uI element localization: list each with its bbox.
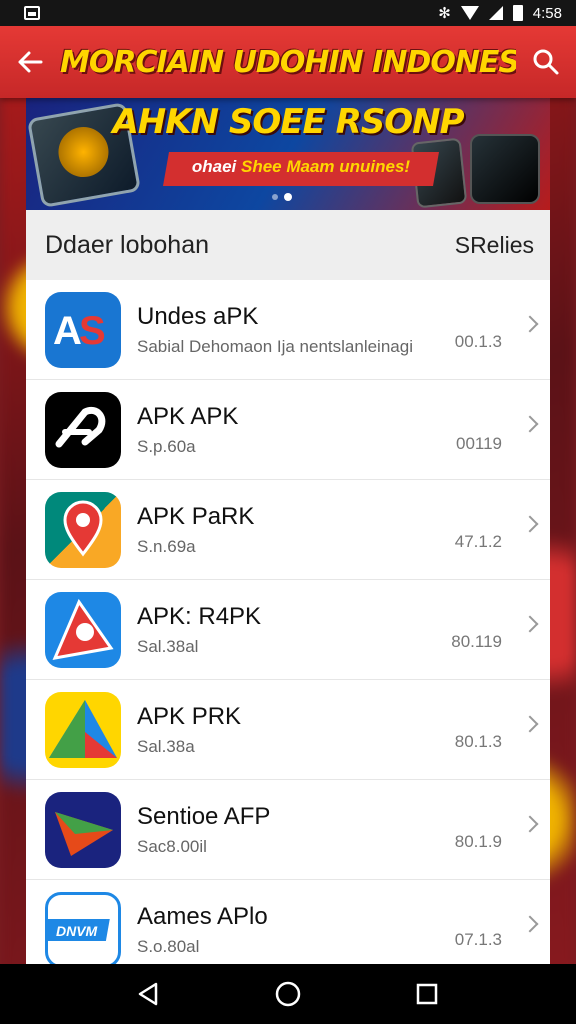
wifi-icon [460,6,479,20]
app-version: 80.119 [451,632,502,651]
status-time: 4:58 [532,4,562,22]
arrow-left-icon [18,51,43,73]
triangle-logo-icon [45,691,121,768]
nav-recents-button[interactable] [397,964,457,1024]
map-pin-logo-icon [45,491,121,568]
app-version: 00119 [455,434,502,453]
paper-plane-logo-icon [45,791,121,868]
promo-banner[interactable]: AHKN SOEE RSONP ohaei Shee Maam unuines! [26,98,550,210]
app-version: 00.1.3 [454,332,502,351]
app-version: 80.1.9 [454,832,502,851]
bluetooth-icon: ✻ [438,5,451,22]
square-recents-icon [416,983,437,1005]
swirl-logo-icon [45,391,121,468]
section-header: Ddaer lobohan SRelies [26,210,550,280]
banner-subtitle-prefix: ohaei [191,157,241,176]
carousel-dot[interactable] [272,194,278,200]
list-item[interactable]: APK PRK Sal.38a 80.1.3 [26,680,550,780]
section-title: Ddaer lobohan [45,230,210,259]
banner-subtitle: ohaei Shee Maam unuines! [166,157,436,177]
app-name: Sentioe AFP [137,802,271,830]
banner-subtitle-highlight: Shee Maam unuines! [241,157,411,176]
app-name: Undes aPK [137,302,259,330]
svg-text:DNVM: DNVM [56,923,98,939]
app-name: Aames APlo [137,902,268,930]
search-icon [533,49,559,75]
app-name: APK PaRK [137,502,255,530]
circle-home-icon [275,981,301,1007]
app-name: APK APK [137,402,239,430]
navigation-bar [0,964,576,1024]
list-item[interactable]: APK PaRK S.n.69a 47.1.2 [26,480,550,580]
list-item[interactable]: DNVM Aames APlo S.o.80al 07.1.3 [26,880,550,964]
dnvvm-logo-icon: DNVM [45,891,121,964]
search-button[interactable] [516,26,576,98]
app-name: APK PRK [137,702,242,730]
back-button[interactable] [0,26,60,98]
battery-icon [512,5,523,21]
phone-image [470,134,540,204]
nav-home-button[interactable] [258,964,318,1024]
app-version: 07.1.3 [454,930,502,949]
as-logo-icon: A S [45,291,121,368]
list-item[interactable]: A S Undes aPK Sabial Dehomaon Ija nentsl… [26,280,550,380]
carousel-dot-active[interactable] [284,193,292,201]
app-name: APK: R4PK [137,602,262,630]
flag-logo-icon [45,591,121,668]
list-item[interactable]: Sentioe AFP Sac8.00il 80.1.9 [26,780,550,880]
app-version: 80.1.3 [454,732,502,751]
nav-back-button[interactable] [119,964,179,1024]
app-version: 47.1.2 [454,532,502,551]
list-item[interactable]: APK: R4PK Sal.38al 80.119 [26,580,550,680]
main-card: AHKN SOEE RSONP ohaei Shee Maam unuines!… [26,98,550,964]
svg-text:A: A [53,309,82,353]
list-item[interactable]: APK APK S.p.60a 00119 [26,380,550,480]
svg-text:S: S [79,309,106,353]
triangle-back-icon [139,982,158,1006]
app-list: A S Undes aPK Sabial Dehomaon Ija nentsl… [26,280,550,964]
carousel-dots [272,193,292,201]
section-action-link[interactable]: SRelies [455,232,534,259]
signal-icon [488,6,503,20]
status-bar: ✻ 4:58 [0,0,576,26]
app-title: MORCIAIN UDOHIN INDONESIA [60,44,516,80]
app-bar: MORCIAIN UDOHIN INDONESIA [0,26,576,98]
sim-card-icon [24,6,40,20]
banner-title: AHKN SOEE RSONP [112,102,464,142]
